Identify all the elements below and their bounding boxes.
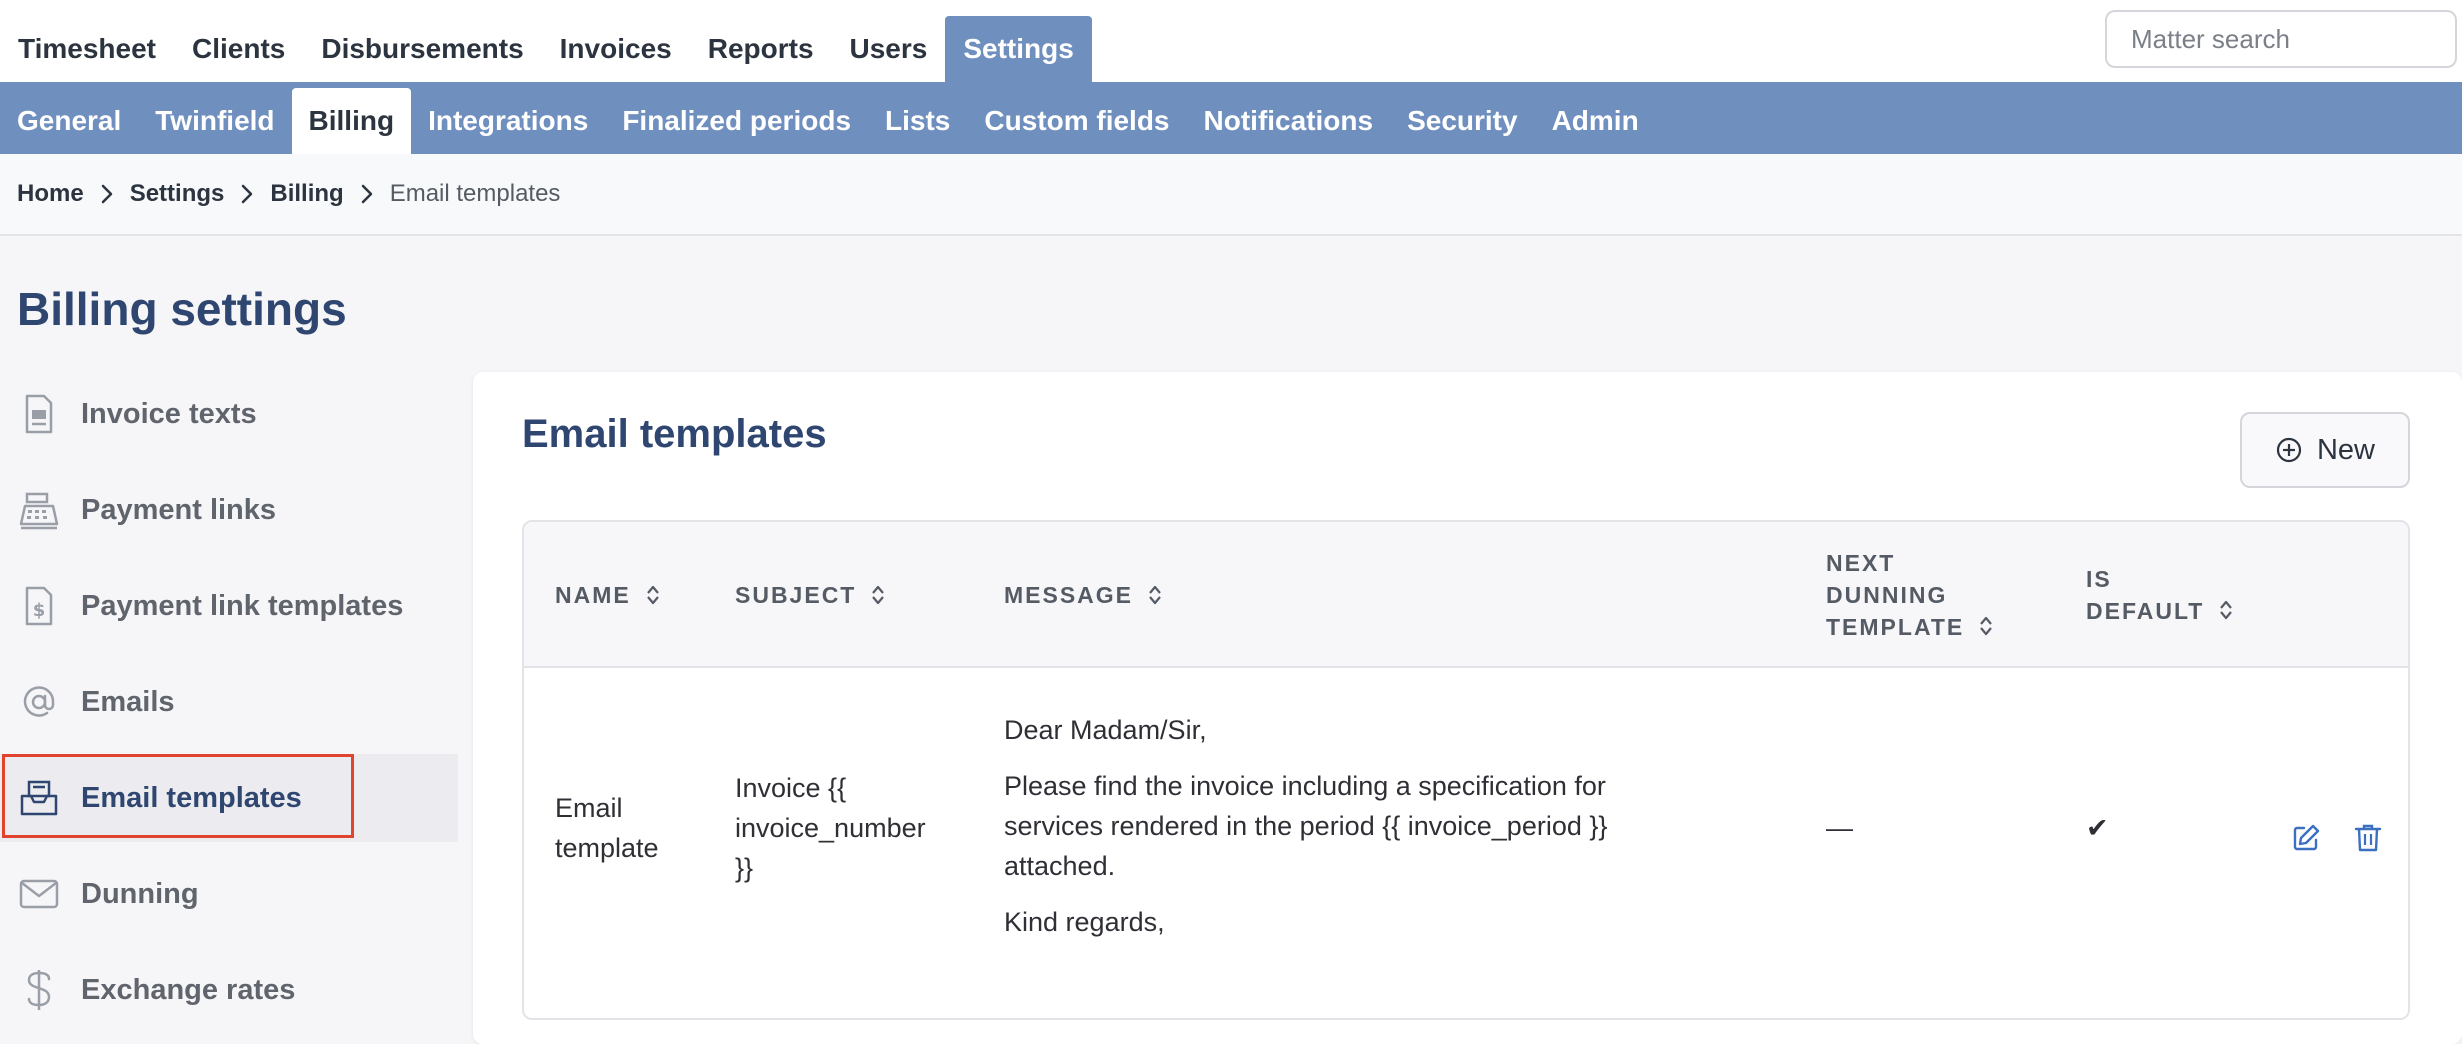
dollar-document-icon: $ <box>17 584 61 628</box>
subtab-admin[interactable]: Admin <box>1535 88 1656 154</box>
sidebar-item-payment-links[interactable]: Payment links <box>0 466 458 554</box>
new-button-label: New <box>2316 433 2375 466</box>
cell-name: Email template <box>555 793 659 863</box>
sort-icon <box>870 583 886 607</box>
message-body: Please find the invoice including a spec… <box>1004 771 1608 881</box>
sort-icon <box>645 583 661 607</box>
page-title: Billing settings <box>17 283 347 335</box>
chevron-right-icon <box>360 183 374 205</box>
envelope-icon <box>17 872 61 916</box>
sidebar-item-dunning[interactable]: Dunning <box>0 850 458 938</box>
sidebar-item-label: Exchange rates <box>81 973 296 1006</box>
table-row: Email template Invoice {{ invoice_number… <box>524 668 2408 1018</box>
subtab-twinfield[interactable]: Twinfield <box>138 88 291 154</box>
new-button[interactable]: New <box>2240 412 2410 488</box>
tab-settings[interactable]: Settings <box>945 16 1092 82</box>
cell-next-dunning-template: — <box>1826 813 1853 843</box>
subtab-finalized-periods[interactable]: Finalized periods <box>605 88 868 154</box>
at-sign-icon <box>17 680 61 724</box>
subtab-security[interactable]: Security <box>1390 88 1535 154</box>
email-templates-card: Email templates New NAME SUBJECT MESSAGE… <box>473 372 2462 1044</box>
edit-icon <box>2293 824 2320 851</box>
document-icon <box>17 392 61 436</box>
sidebar-item-label: Dunning <box>81 877 199 910</box>
chevron-right-icon <box>240 183 254 205</box>
breadcrumb: Home Settings Billing Email templates <box>0 154 2462 236</box>
sort-icon <box>2218 598 2234 622</box>
main-nav: Timesheet Clients Disbursements Invoices… <box>0 16 1092 82</box>
sidebar-item-label: Emails <box>81 685 175 718</box>
default-check-icon: ✔ <box>2086 813 2109 843</box>
sidebar-item-payment-link-templates[interactable]: $ Payment link templates <box>0 562 458 650</box>
subtab-billing[interactable]: Billing <box>291 88 412 154</box>
billing-sidebar: Invoice texts Payment links $ Payment li… <box>0 370 458 1042</box>
column-header-name[interactable]: NAME <box>555 522 661 668</box>
edit-button[interactable] <box>2286 818 2326 858</box>
sidebar-item-label: Invoice texts <box>81 397 257 430</box>
subtab-general[interactable]: General <box>0 88 138 154</box>
sidebar-item-label: Payment links <box>81 493 277 526</box>
subtab-notifications[interactable]: Notifications <box>1187 88 1391 154</box>
top-bar: Timesheet Clients Disbursements Invoices… <box>0 0 2462 82</box>
subtab-custom-fields[interactable]: Custom fields <box>967 88 1186 154</box>
cell-subject: Invoice {{ invoice_number }} <box>735 773 926 883</box>
breadcrumb-home[interactable]: Home <box>17 180 84 208</box>
breadcrumb-settings[interactable]: Settings <box>130 180 225 208</box>
column-header-message[interactable]: MESSAGE <box>1004 522 1163 668</box>
email-templates-table: NAME SUBJECT MESSAGE NEXT DUNNING TEMPLA… <box>522 520 2410 1020</box>
section-title: Email templates <box>522 412 827 456</box>
delete-button[interactable] <box>2348 818 2388 858</box>
tab-timesheet[interactable]: Timesheet <box>0 16 174 82</box>
subtab-lists[interactable]: Lists <box>868 88 967 154</box>
plus-circle-icon <box>2276 437 2302 463</box>
chevron-right-icon <box>100 183 114 205</box>
table-header: NAME SUBJECT MESSAGE NEXT DUNNING TEMPLA… <box>524 522 2408 668</box>
trash-icon <box>2354 824 2382 852</box>
breadcrumb-current: Email templates <box>389 180 561 207</box>
tab-clients[interactable]: Clients <box>174 16 303 82</box>
subtab-integrations[interactable]: Integrations <box>411 88 605 154</box>
sidebar-item-label: Email templates <box>81 781 302 814</box>
inbox-tray-icon <box>17 776 61 820</box>
message-closing: Kind regards, <box>1004 907 1165 937</box>
sidebar-item-invoice-texts[interactable]: Invoice texts <box>0 370 458 458</box>
sidebar-item-label: Payment link templates <box>81 589 404 622</box>
breadcrumb-billing[interactable]: Billing <box>270 180 343 208</box>
column-header-is-default[interactable]: IS DEFAULT <box>2086 522 2234 668</box>
sidebar-item-emails[interactable]: Emails <box>0 658 458 746</box>
tab-reports[interactable]: Reports <box>690 16 832 82</box>
settings-subnav: General Twinfield Billing Integrations F… <box>0 82 2462 154</box>
dollar-icon <box>17 968 61 1012</box>
column-header-next-dunning-template[interactable]: NEXT DUNNING TEMPLATE <box>1826 522 1994 668</box>
cell-message: Dear Madam/Sir, Please find the invoice … <box>1004 710 1684 958</box>
cash-register-icon <box>17 488 61 532</box>
sidebar-item-email-templates[interactable]: Email templates <box>0 754 458 842</box>
tab-invoices[interactable]: Invoices <box>542 16 690 82</box>
tab-users[interactable]: Users <box>832 16 946 82</box>
svg-text:$: $ <box>33 600 46 621</box>
tab-disbursements[interactable]: Disbursements <box>303 16 541 82</box>
column-header-subject[interactable]: SUBJECT <box>735 522 886 668</box>
sidebar-item-exchange-rates[interactable]: Exchange rates <box>0 946 458 1034</box>
sort-icon <box>1978 614 1994 638</box>
matter-search-input[interactable] <box>2105 10 2457 68</box>
message-greeting: Dear Madam/Sir, <box>1004 715 1207 745</box>
sort-icon <box>1147 583 1163 607</box>
